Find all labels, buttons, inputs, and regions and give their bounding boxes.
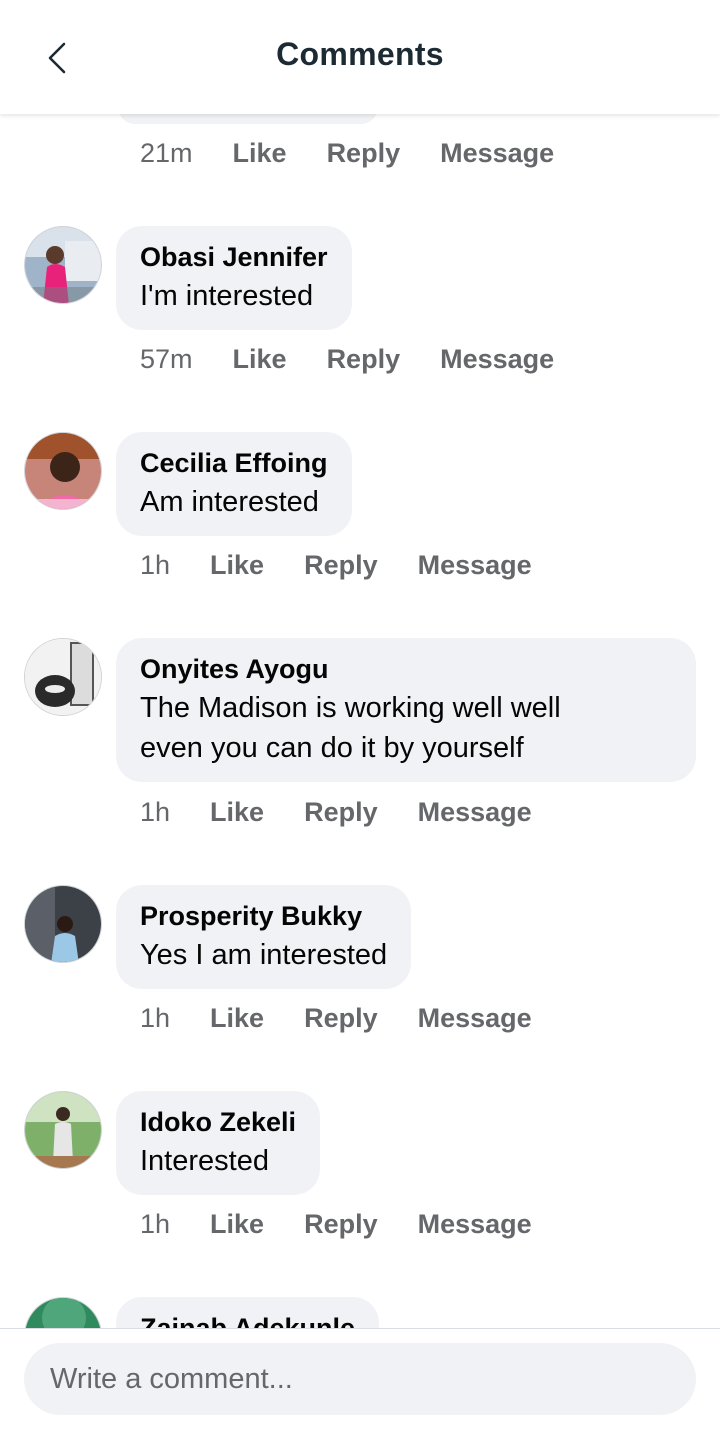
comment-bubble[interactable]: Prosperity Bukky Yes I am interested <box>116 885 412 989</box>
top-bar: Comments <box>0 0 720 114</box>
comment-actions: 1h Like Reply Message <box>140 792 532 832</box>
like-button[interactable]: Like <box>210 1209 264 1240</box>
commenter-name[interactable]: Cecilia Effoing <box>140 444 328 482</box>
like-button[interactable]: Like <box>233 344 287 375</box>
page-title: Comments <box>276 36 444 72</box>
comment-text-line: even you can do it by yourself <box>140 732 524 764</box>
reply-button[interactable]: Reply <box>304 1003 378 1034</box>
comment-composer <box>0 1328 720 1448</box>
comment-input[interactable] <box>24 1343 696 1415</box>
commenter-name[interactable]: Zainab Adekunle <box>140 1309 355 1328</box>
commenter-name[interactable]: Idoko Zekeli <box>140 1103 296 1141</box>
comment-time: 57m <box>140 343 193 374</box>
avatar[interactable] <box>24 1091 102 1169</box>
message-button[interactable]: Message <box>418 550 532 581</box>
avatar[interactable] <box>24 1297 102 1328</box>
comment-time: 1h <box>140 796 171 827</box>
reply-button[interactable]: Reply <box>327 344 401 375</box>
comments-list[interactable]: 21m Like Reply Message Obasi Jennifer I'… <box>0 114 720 1328</box>
message-button[interactable]: Message <box>418 797 532 828</box>
like-button[interactable]: Like <box>210 797 264 828</box>
comment-time: 1h <box>140 549 171 580</box>
like-button[interactable]: Like <box>233 138 287 169</box>
message-button[interactable]: Message <box>440 138 554 169</box>
comment-time: 21m <box>140 137 193 168</box>
comment-bubble[interactable]: Cecilia Effoing Am interested <box>116 432 352 536</box>
comment-actions: 1h Like Reply Message <box>140 998 532 1038</box>
comment-bubble[interactable]: Zainab Adekunle <box>116 1297 380 1328</box>
comment-time: 1h <box>140 1002 171 1033</box>
message-button[interactable]: Message <box>418 1209 532 1240</box>
reply-button[interactable]: Reply <box>327 138 401 169</box>
comment-text: Interested <box>140 1145 269 1177</box>
commenter-name[interactable]: Onyites Ayogu <box>140 650 672 688</box>
comment-bubble[interactable]: Onyites Ayogu The Madison is working wel… <box>116 638 696 782</box>
comment-text: Am interested <box>140 486 319 518</box>
avatar[interactable] <box>24 226 102 304</box>
avatar[interactable] <box>24 638 102 716</box>
message-button[interactable]: Message <box>440 344 554 375</box>
commenter-name[interactable]: Obasi Jennifer <box>140 238 328 276</box>
message-button[interactable]: Message <box>418 1003 532 1034</box>
comment-actions: 57m Like Reply Message <box>140 339 554 379</box>
comment-actions: 1h Like Reply Message <box>140 1204 532 1244</box>
like-button[interactable]: Like <box>210 550 264 581</box>
comment-bubble[interactable]: Obasi Jennifer I'm interested <box>116 226 352 330</box>
commenter-name[interactable]: Prosperity Bukky <box>140 897 387 935</box>
comment-actions: 21m Like Reply Message <box>140 133 554 173</box>
comment-text: I'm interested <box>140 280 314 312</box>
comment-text-line: The Madison is working well well <box>140 692 561 724</box>
reply-button[interactable]: Reply <box>304 797 378 828</box>
comment-time: 1h <box>140 1208 171 1239</box>
avatar[interactable] <box>24 885 102 963</box>
comment-actions: 1h Like Reply Message <box>140 545 532 585</box>
comment-bubble-partial <box>118 114 378 124</box>
comment-text: Yes I am interested <box>140 939 388 971</box>
comment-bubble[interactable]: Idoko Zekeli Interested <box>116 1091 321 1195</box>
like-button[interactable]: Like <box>210 1003 264 1034</box>
reply-button[interactable]: Reply <box>304 1209 378 1240</box>
reply-button[interactable]: Reply <box>304 550 378 581</box>
avatar[interactable] <box>24 432 102 510</box>
